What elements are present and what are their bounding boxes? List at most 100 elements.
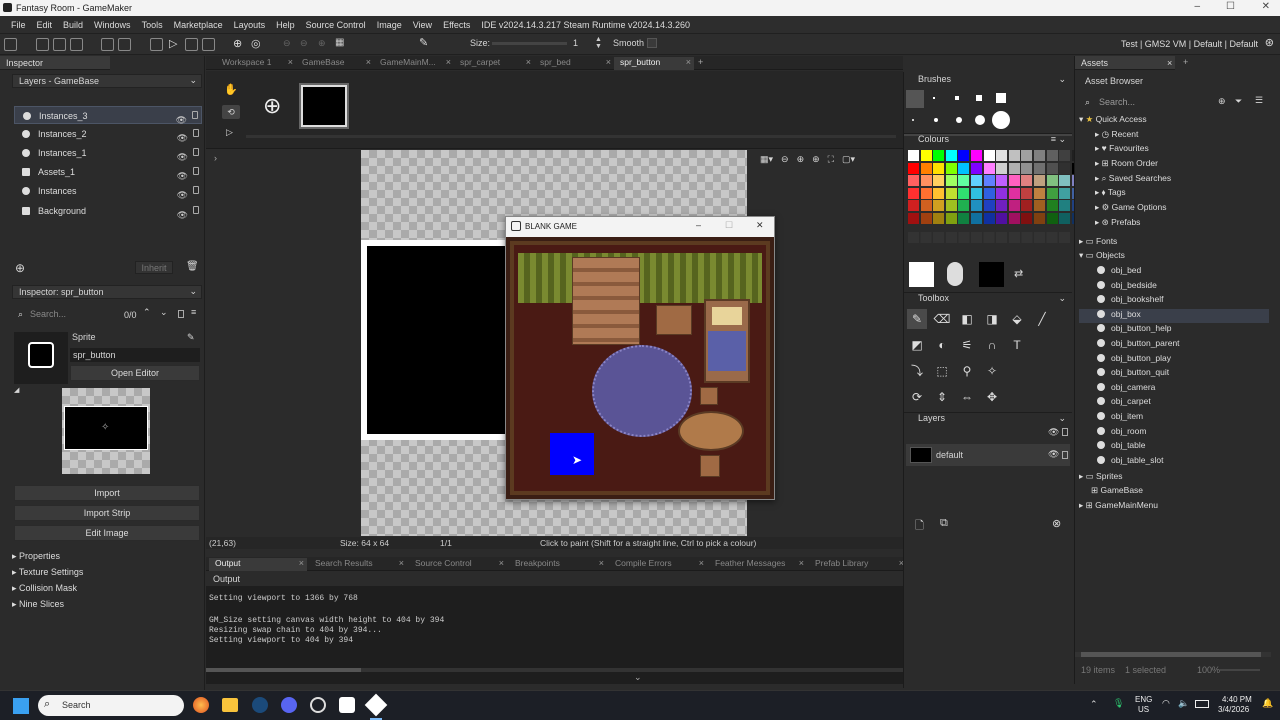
- colour-swatch[interactable]: [958, 187, 970, 199]
- tree-game-options[interactable]: ▸ ⚙ Game Options: [1095, 202, 1166, 216]
- colour-swatch[interactable]: [933, 162, 945, 174]
- game-window[interactable]: BLANK GAME – ☐ ✕ ➤: [505, 216, 775, 500]
- zoom-reset-icon[interactable]: ⊖: [300, 38, 308, 49]
- close-icon[interactable]: ×: [699, 558, 704, 568]
- stop-icon[interactable]: [185, 38, 198, 51]
- move-tool-icon[interactable]: ✥: [982, 387, 1002, 407]
- tree-saved-searches[interactable]: ▸ ⌕ Saved Searches: [1095, 173, 1171, 187]
- clean-icon[interactable]: [118, 38, 131, 51]
- colour-swatch[interactable]: [996, 175, 1008, 187]
- sprite-name-field[interactable]: spr_button: [70, 348, 200, 362]
- pencil-tool-icon[interactable]: ✎: [907, 309, 927, 329]
- tab-feather-messages[interactable]: Feather Messages ×: [709, 558, 807, 571]
- gamemaker-runner-icon[interactable]: [364, 693, 388, 717]
- hand-icon[interactable]: ✋: [224, 83, 238, 96]
- colour-swatch[interactable]: [1021, 187, 1033, 199]
- gamemaker-icon[interactable]: [339, 697, 355, 713]
- wand-tool-icon[interactable]: ✧: [982, 361, 1002, 381]
- target-settings-icon[interactable]: ⊛: [1265, 36, 1274, 49]
- select-copy-tool-icon[interactable]: ◨: [982, 309, 1002, 329]
- tree-fonts[interactable]: ▸ ▭ Fonts: [1079, 236, 1117, 250]
- colour-swatch[interactable]: [920, 150, 932, 161]
- colour-swatch[interactable]: [945, 213, 957, 224]
- save-project-icon[interactable]: [70, 38, 83, 51]
- colour-swatch[interactable]: [920, 175, 932, 187]
- asset-scroll-thumb[interactable]: [1081, 652, 1261, 657]
- tree-object-item[interactable]: obj_bed: [1079, 265, 1269, 279]
- select-move-tool-icon[interactable]: ◧: [957, 309, 977, 329]
- close-icon[interactable]: ×: [686, 57, 691, 67]
- chatgpt-icon[interactable]: [310, 697, 326, 713]
- menu-build[interactable]: Build: [63, 20, 83, 30]
- grid-view-icon[interactable]: ▦▾: [760, 154, 773, 165]
- tree-gamemainmenu[interactable]: ▸ ⊞ GameMainMenu: [1079, 500, 1158, 514]
- tab-spr-bed[interactable]: spr_bed ×: [534, 57, 614, 70]
- brush-7[interactable]: [934, 118, 938, 122]
- minimize-button[interactable]: –: [1194, 1, 1200, 12]
- close-icon[interactable]: ×: [299, 558, 304, 568]
- colour-swatch[interactable]: [933, 150, 945, 161]
- colour-swatch[interactable]: [1046, 175, 1058, 187]
- duplicate-layer-icon[interactable]: ⧉: [940, 517, 948, 530]
- eye-icon[interactable]: 👁: [1048, 449, 1059, 460]
- layers-dropdown[interactable]: Layers - GameBase ⌄: [12, 74, 202, 88]
- colour-swatch[interactable]: [1008, 150, 1020, 161]
- colour-swatch[interactable]: [971, 150, 982, 161]
- loop-icon[interactable]: ⟲: [222, 105, 240, 119]
- close-icon[interactable]: ×: [288, 57, 293, 67]
- secondary-colour[interactable]: [979, 262, 1004, 287]
- menu-effects[interactable]: Effects: [443, 20, 470, 30]
- tree-object-item[interactable]: obj_table: [1079, 440, 1269, 454]
- close-icon[interactable]: ×: [526, 57, 531, 67]
- asset-search-input[interactable]: Search...: [1099, 97, 1135, 107]
- menu-edit[interactable]: Edit: [37, 20, 53, 30]
- swap-colours-icon[interactable]: ⇄: [1014, 267, 1023, 280]
- frame-scrollbar[interactable]: [246, 135, 896, 138]
- lock-icon[interactable]: [193, 186, 199, 194]
- volume-icon[interactable]: 🔈: [1178, 698, 1189, 709]
- brush-4[interactable]: [976, 95, 982, 101]
- target-icon[interactable]: ⊕: [233, 37, 242, 50]
- colour-swatch[interactable]: [1046, 187, 1058, 199]
- lock-icon[interactable]: [1062, 451, 1068, 459]
- brush-8[interactable]: [956, 117, 962, 123]
- wifi-icon[interactable]: ◠: [1162, 698, 1170, 709]
- zoom-in-icon[interactable]: ⊕: [318, 38, 326, 49]
- colour-swatch[interactable]: [958, 213, 970, 224]
- delete-layer-icon[interactable]: 🗑: [186, 261, 199, 272]
- tab-gamebase[interactable]: GameBase ×: [296, 57, 374, 70]
- texture-settings-section[interactable]: ▸ Texture Settings: [12, 567, 83, 578]
- colour-swatch[interactable]: [971, 200, 982, 212]
- colour-swatch[interactable]: [971, 175, 982, 187]
- menu-help[interactable]: Help: [276, 20, 295, 30]
- filter-icon[interactable]: ⏷: [1235, 96, 1242, 107]
- brush-10[interactable]: [992, 111, 1010, 129]
- layer-background[interactable]: Background 👁: [14, 202, 202, 220]
- tab-gamemainmenu[interactable]: GameMainM... ×: [374, 57, 454, 70]
- menu-marketplace[interactable]: Marketplace: [174, 20, 223, 30]
- lock-icon[interactable]: [193, 167, 199, 175]
- colour-swatch[interactable]: [933, 213, 945, 224]
- brush-6[interactable]: [912, 119, 914, 121]
- colour-swatch[interactable]: [1008, 200, 1020, 212]
- frame-thumbnail[interactable]: [299, 83, 349, 129]
- brush-2[interactable]: [933, 97, 935, 99]
- colour-swatch[interactable]: [958, 150, 970, 161]
- tab-breakpoints[interactable]: Breakpoints ×: [509, 558, 607, 571]
- nine-slices-section[interactable]: ▸ Nine Slices: [12, 599, 64, 610]
- edit-image-button[interactable]: Edit Image: [14, 525, 200, 541]
- brush-3[interactable]: [955, 96, 959, 100]
- import-button[interactable]: Import: [14, 485, 200, 501]
- debug-icon[interactable]: [150, 38, 163, 51]
- import-strip-button[interactable]: Import Strip: [14, 505, 200, 521]
- zoom-level[interactable]: 100%: [1197, 665, 1220, 675]
- tree-object-item[interactable]: obj_camera: [1079, 382, 1269, 396]
- tree-object-item[interactable]: obj_box: [1079, 308, 1269, 323]
- play-icon[interactable]: ▷: [226, 127, 233, 138]
- add-layer-icon[interactable]: ⊕: [15, 261, 25, 275]
- line-tool-icon[interactable]: ╱: [1032, 309, 1052, 329]
- inherit-button[interactable]: Inherit: [135, 261, 173, 274]
- clock-date[interactable]: 3/4/2026: [1218, 705, 1249, 714]
- new-layer-icon[interactable]: 🗋: [915, 517, 924, 536]
- add-asset-icon[interactable]: ⊕: [1218, 96, 1226, 107]
